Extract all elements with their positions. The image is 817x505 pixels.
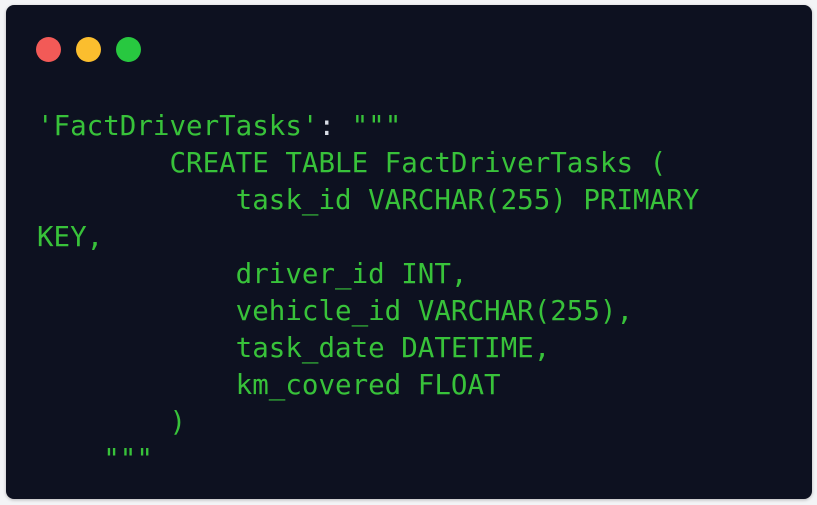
colon: : — [318, 110, 336, 142]
minimize-dot-icon[interactable] — [76, 37, 101, 62]
code-line: task_id VARCHAR(255) PRIMARY — [37, 184, 700, 216]
dict-key: 'FactDriverTasks' — [37, 110, 319, 142]
code-window: 'FactDriverTasks': """ CREATE TABLE Fact… — [6, 5, 812, 499]
code-line: ) — [37, 406, 187, 438]
maximize-dot-icon[interactable] — [116, 37, 141, 62]
code-line: """ — [37, 443, 153, 475]
code-line: driver_id INT, — [37, 258, 468, 290]
code-line-key: 'FactDriverTasks': """ — [37, 108, 699, 145]
close-dot-icon[interactable] — [36, 37, 61, 62]
code-line: task_date DATETIME, — [37, 332, 551, 364]
code-line: km_covered FLOAT — [37, 369, 501, 401]
code-line: CREATE TABLE FactDriverTasks ( — [37, 147, 667, 179]
window-controls — [36, 37, 141, 62]
code-line: KEY, — [37, 221, 104, 253]
code-line: vehicle_id VARCHAR(255), — [37, 295, 634, 327]
code-block: 'FactDriverTasks': """ CREATE TABLE Fact… — [37, 108, 699, 478]
open-quotes: """ — [335, 110, 402, 142]
